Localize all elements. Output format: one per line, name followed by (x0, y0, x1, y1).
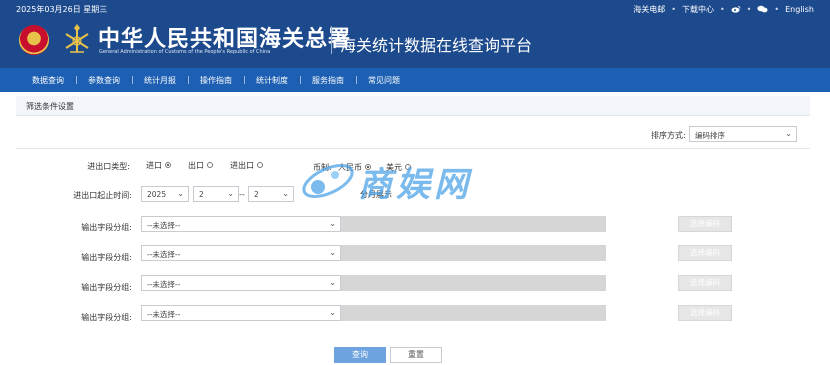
month-from-select[interactable]: 2 ⌄ (193, 186, 239, 202)
nav-monthly-report[interactable]: 统计月报 (134, 75, 190, 86)
radio-export-label: 出口 (188, 161, 204, 170)
weibo-icon[interactable] (731, 5, 741, 15)
year-select[interactable]: 2025 ⌄ (141, 186, 189, 202)
chevron-down-icon: ⌄ (329, 248, 336, 257)
nav-service-guide[interactable]: 服务指南 (302, 75, 358, 86)
month-from-value: 2 (199, 190, 204, 199)
separator: • (774, 5, 780, 14)
selected-codes-area (341, 275, 606, 291)
chevron-down-icon: ⌄ (282, 189, 289, 198)
platform-title: 海关统计数据在线查询平台 (340, 36, 533, 55)
site-header: 2025年03月26日 星期三 海关电邮 • 下载中心 • • • Englis… (0, 0, 830, 68)
radio-icon (207, 161, 213, 168)
email-link[interactable]: 海关电邮 (633, 4, 665, 15)
radio-export[interactable]: 出口 (188, 160, 213, 171)
query-button[interactable]: 查询 (334, 347, 386, 363)
field-group-value: --未选择-- (147, 221, 181, 230)
nav-guide[interactable]: 操作指南 (190, 75, 246, 86)
national-emblem-icon (19, 25, 49, 55)
radio-import-export[interactable]: 进出口 (230, 160, 263, 171)
radio-import-export-label: 进出口 (230, 161, 254, 170)
top-links: 海关电邮 • 下载中心 • • • English (633, 4, 814, 15)
field-group-select[interactable]: --未选择-- ⌄ (141, 275, 341, 291)
field-group-label: 输出字段分组: (81, 283, 132, 292)
field-group-label: 输出字段分组: (81, 313, 132, 322)
selected-codes-area (341, 305, 606, 321)
field-group-select[interactable]: --未选择-- ⌄ (141, 245, 341, 261)
nav-param-query[interactable]: 参数查询 (78, 75, 134, 86)
filter-panel-title: 筛选条件设置 (16, 96, 810, 116)
selected-codes-area (341, 216, 606, 232)
field-group-value: --未选择-- (147, 310, 181, 319)
month-to-value: 2 (254, 190, 259, 199)
watermark: 商娱网 (298, 153, 538, 209)
customs-badge-icon (65, 24, 89, 53)
sort-select-value: 编码排序 (695, 131, 725, 140)
sort-label: 排序方式: (651, 131, 686, 140)
chevron-down-icon: ⌄ (177, 189, 184, 198)
radio-import[interactable]: 进口 (146, 160, 171, 171)
main-nav: 数据查询 参数查询 统计月报 操作指南 统计制度 服务指南 常见问题 (0, 68, 830, 92)
field-group-value: --未选择-- (147, 250, 181, 259)
separator: • (671, 5, 676, 14)
wechat-icon[interactable] (757, 5, 768, 15)
divider (16, 148, 810, 149)
chevron-down-icon: ⌄ (227, 189, 234, 198)
month-to-select[interactable]: 2 ⌄ (248, 186, 294, 202)
radio-icon (165, 161, 171, 168)
selected-codes-area (341, 245, 606, 261)
nav-faq[interactable]: 常见问题 (358, 75, 414, 86)
english-link[interactable]: English (785, 5, 814, 14)
select-code-button[interactable]: 选择编码 (678, 216, 732, 232)
radio-icon (257, 161, 263, 168)
separator: • (719, 5, 725, 14)
reset-button[interactable]: 重置 (390, 347, 442, 363)
chevron-down-icon: ⌄ (329, 219, 336, 228)
nav-data-query[interactable]: 数据查询 (22, 75, 78, 86)
range-dash: -- (239, 190, 245, 199)
field-group-value: --未选择-- (147, 280, 181, 289)
sort-select[interactable]: 编码排序 ⌄ (689, 126, 797, 142)
year-value: 2025 (147, 190, 167, 199)
field-group-label: 输出字段分组: (81, 253, 132, 262)
field-group-label: 输出字段分组: (81, 223, 132, 232)
header-divider (331, 26, 332, 54)
download-link[interactable]: 下载中心 (682, 4, 714, 15)
trade-type-label: 进出口类型: (87, 162, 130, 171)
field-group-select[interactable]: --未选择-- ⌄ (141, 305, 341, 321)
radio-import-label: 进口 (146, 161, 162, 170)
chevron-down-icon: ⌄ (329, 278, 336, 287)
agency-name-en: General Administration of Customs of the… (99, 49, 271, 55)
select-code-button[interactable]: 选择编码 (678, 275, 732, 291)
separator: • (746, 5, 752, 14)
chevron-down-icon: ⌄ (785, 129, 792, 138)
watermark-logo-icon (302, 164, 354, 198)
select-code-button[interactable]: 选择编码 (678, 245, 732, 261)
nav-stat-system[interactable]: 统计制度 (246, 75, 302, 86)
field-group-select[interactable]: --未选择-- ⌄ (141, 216, 341, 232)
chevron-down-icon: ⌄ (329, 308, 336, 317)
select-code-button[interactable]: 选择编码 (678, 305, 732, 321)
period-label: 进出口起止时间: (73, 191, 132, 200)
watermark-text: 商娱网 (358, 165, 472, 205)
current-date: 2025年03月26日 星期三 (16, 5, 108, 14)
